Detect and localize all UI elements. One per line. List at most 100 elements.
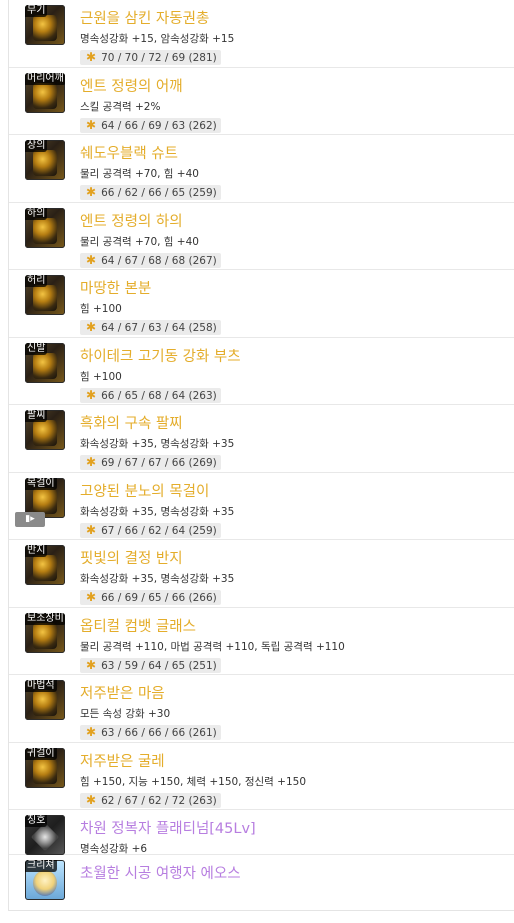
- slot-label: 칭호: [25, 815, 48, 827]
- star-icon: ✱: [86, 792, 97, 807]
- item-option: 힘 +100: [80, 370, 122, 383]
- equipment-row-belt[interactable]: 허리 마땅한 본분 힘 +100 ✱ 64 / 67 / 63 / 64 (258…: [9, 270, 514, 338]
- item-option: 물리 공격력 +110, 마법 공격력 +110, 독립 공격력 +110: [80, 640, 345, 653]
- equipment-row-shoulder[interactable]: 머리어깨 엔트 정령의 어깨 스킬 공격력 +2% ✱ 64 / 66 / 69 …: [9, 68, 514, 135]
- item-name[interactable]: 초월한 시공 여행자 에오스: [80, 862, 241, 883]
- equipment-row-bottom[interactable]: 하의 엔트 정령의 하의 물리 공격력 +70, 힘 +40 ✱ 64 / 67 …: [9, 203, 514, 270]
- ring-icon: 반지: [25, 545, 65, 585]
- equipment-row-top[interactable]: 상의 쉐도우블랙 슈트 물리 공격력 +70, 힘 +40 ✱ 66 / 62 /…: [9, 135, 514, 203]
- item-name[interactable]: 쉐도우블랙 슈트: [80, 142, 178, 163]
- stat-values: 62 / 67 / 62 / 72 (263): [101, 794, 217, 807]
- tooltip-toggle-icon[interactable]: ▮▸: [15, 512, 45, 527]
- star-icon: ✱: [86, 117, 97, 132]
- equipment-row-title[interactable]: 칭호 차원 정복자 플래티넘[45Lv] 명속성강화 +6: [9, 810, 514, 855]
- item-name[interactable]: 저주받은 굴레: [80, 750, 165, 771]
- boots-icon: 신발: [25, 342, 65, 383]
- equipment-row-shoes[interactable]: 신발 하이테크 고기동 강화 부츠 힘 +100 ✱ 66 / 65 / 68 /…: [9, 338, 514, 405]
- item-option: 명속성강화 +15, 암속성강화 +15: [80, 33, 235, 45]
- item-name[interactable]: 고양된 분노의 목걸이: [80, 480, 209, 501]
- pants-icon: 하의: [25, 207, 65, 248]
- slot-label: 목걸이: [25, 477, 57, 490]
- star-icon: ✱: [86, 185, 97, 199]
- stat-values: 70 / 70 / 72 / 69 (281): [101, 52, 217, 64]
- slot-label: 귀걸이: [25, 747, 57, 760]
- stat-bar: ✱ 69 / 67 / 67 / 66 (269): [80, 455, 221, 470]
- item-name[interactable]: 핏빛의 결정 반지: [80, 547, 183, 568]
- slot-label: 신발: [25, 342, 48, 355]
- stat-bar: ✱ 67 / 66 / 62 / 64 (259): [80, 522, 221, 538]
- star-icon: ✱: [86, 50, 97, 64]
- stat-bar: ✱ 66 / 65 / 68 / 64 (263): [80, 387, 221, 403]
- stat-values: 64 / 66 / 69 / 63 (262): [101, 119, 217, 132]
- title-icon: 칭호: [25, 815, 65, 855]
- star-icon: ✱: [86, 725, 97, 739]
- item-name[interactable]: 엔트 정령의 하의: [80, 210, 183, 231]
- slot-label: 보조장비: [25, 612, 65, 625]
- suit-icon: 상의: [25, 140, 65, 180]
- equipment-row-magic-stone[interactable]: 마법석 저주받은 마음 모든 속성 강화 +30 ✱ 63 / 66 / 66 /…: [9, 675, 514, 743]
- slot-label: 팔찌: [25, 410, 48, 422]
- slot-label: 마법석: [25, 680, 57, 692]
- equipment-row-necklace[interactable]: 목걸이 고양된 분노의 목걸이 화속성강화 +35, 명속성강화 +35 ✱ 67…: [9, 473, 514, 540]
- stat-values: 69 / 67 / 67 / 66 (269): [101, 457, 217, 469]
- star-icon: ✱: [86, 387, 97, 402]
- stat-values: 63 / 66 / 66 / 66 (261): [101, 727, 217, 739]
- stat-values: 63 / 59 / 64 / 65 (251): [101, 659, 217, 672]
- equipment-row-subweapon[interactable]: 보조장비 옵티컬 컴뱃 글래스 물리 공격력 +110, 마법 공격력 +110…: [9, 608, 514, 675]
- stat-values: 66 / 65 / 68 / 64 (263): [101, 389, 217, 402]
- slot-label: 무기: [25, 5, 48, 17]
- magic-stone-icon: 마법석: [25, 680, 65, 720]
- equipment-row-creature[interactable]: 크리쳐 초월한 시공 여행자 에오스: [9, 855, 514, 900]
- glasses-icon: 보조장비: [25, 612, 65, 653]
- creature-icon: 크리쳐: [25, 860, 65, 900]
- stat-values: 67 / 66 / 62 / 64 (259): [101, 524, 217, 537]
- equipment-row-ring[interactable]: 반지 핏빛의 결정 반지 화속성강화 +35, 명속성강화 +35 ✱ 66 / …: [9, 540, 514, 608]
- item-option: 화속성강화 +35, 명속성강화 +35: [80, 573, 235, 585]
- item-name[interactable]: 근원을 삼킨 자동권총: [80, 7, 209, 28]
- slot-label: 머리어깨: [25, 72, 65, 85]
- item-option: 힘 +100: [80, 303, 122, 315]
- item-option: 스킬 공격력 +2%: [80, 100, 161, 113]
- stat-bar: ✱ 70 / 70 / 72 / 69 (281): [80, 50, 221, 65]
- star-icon: ✱: [86, 455, 97, 469]
- bracelet-icon: 팔찌: [25, 410, 65, 450]
- stat-bar: ✱ 63 / 66 / 66 / 66 (261): [80, 725, 221, 740]
- item-name[interactable]: 저주받은 마음: [80, 682, 165, 703]
- belt-icon: 허리: [25, 275, 65, 315]
- star-icon: ✱: [86, 252, 97, 267]
- item-name[interactable]: 엔트 정령의 어깨: [80, 75, 183, 96]
- stat-values: 64 / 67 / 63 / 64 (258): [101, 322, 217, 334]
- star-icon: ✱: [86, 320, 97, 334]
- shoulder-armor-icon: 머리어깨: [25, 72, 65, 113]
- stat-bar: ✱ 66 / 62 / 66 / 65 (259): [80, 185, 221, 200]
- equipment-row-earring[interactable]: 귀걸이 저주받은 굴레 힘 +150, 지능 +150, 체력 +150, 정신…: [9, 743, 514, 810]
- item-option: 명속성강화 +6: [80, 843, 148, 855]
- stat-bar: ✱ 62 / 67 / 62 / 72 (263): [80, 792, 221, 808]
- item-name[interactable]: 옵티컬 컴뱃 글래스: [80, 615, 196, 636]
- star-icon: ✱: [86, 657, 97, 672]
- stat-bar: ✱ 66 / 69 / 65 / 66 (266): [80, 590, 221, 605]
- equipment-list: 무기 근원을 삼킨 자동권총 명속성강화 +15, 암속성강화 +15 ✱ 70 …: [8, 0, 514, 911]
- item-name[interactable]: 하이테크 고기동 강화 부츠: [80, 345, 241, 366]
- stat-values: 66 / 69 / 65 / 66 (266): [101, 592, 217, 604]
- pistol-icon: 무기: [25, 5, 65, 45]
- equipment-row-weapon[interactable]: 무기 근원을 삼킨 자동권총 명속성강화 +15, 암속성강화 +15 ✱ 70 …: [9, 0, 514, 68]
- slot-label: 허리: [25, 275, 48, 287]
- stat-values: 66 / 62 / 66 / 65 (259): [101, 187, 217, 199]
- stat-bar: ✱ 64 / 67 / 63 / 64 (258): [80, 320, 221, 335]
- stat-bar: ✱ 64 / 66 / 69 / 63 (262): [80, 117, 221, 133]
- slot-label: 반지: [25, 545, 48, 557]
- item-option: 물리 공격력 +70, 힘 +40: [80, 168, 199, 180]
- item-option: 화속성강화 +35, 명속성강화 +35: [80, 505, 235, 518]
- star-icon: ✱: [86, 522, 97, 537]
- stat-bar: ✱ 64 / 67 / 68 / 68 (267): [80, 252, 221, 268]
- slot-label: 크리쳐: [25, 860, 57, 872]
- item-option: 힘 +150, 지능 +150, 체력 +150, 정신력 +150: [80, 775, 307, 788]
- item-name[interactable]: 마땅한 본분: [80, 277, 151, 298]
- slot-label: 하의: [25, 207, 48, 220]
- item-name[interactable]: 차원 정복자 플래티넘[45Lv]: [80, 817, 256, 838]
- item-name[interactable]: 흑화의 구속 팔찌: [80, 412, 183, 433]
- item-option: 화속성강화 +35, 명속성강화 +35: [80, 438, 235, 450]
- earring-icon: 귀걸이: [25, 747, 65, 788]
- equipment-row-bracelet[interactable]: 팔찌 흑화의 구속 팔찌 화속성강화 +35, 명속성강화 +35 ✱ 69 / …: [9, 405, 514, 473]
